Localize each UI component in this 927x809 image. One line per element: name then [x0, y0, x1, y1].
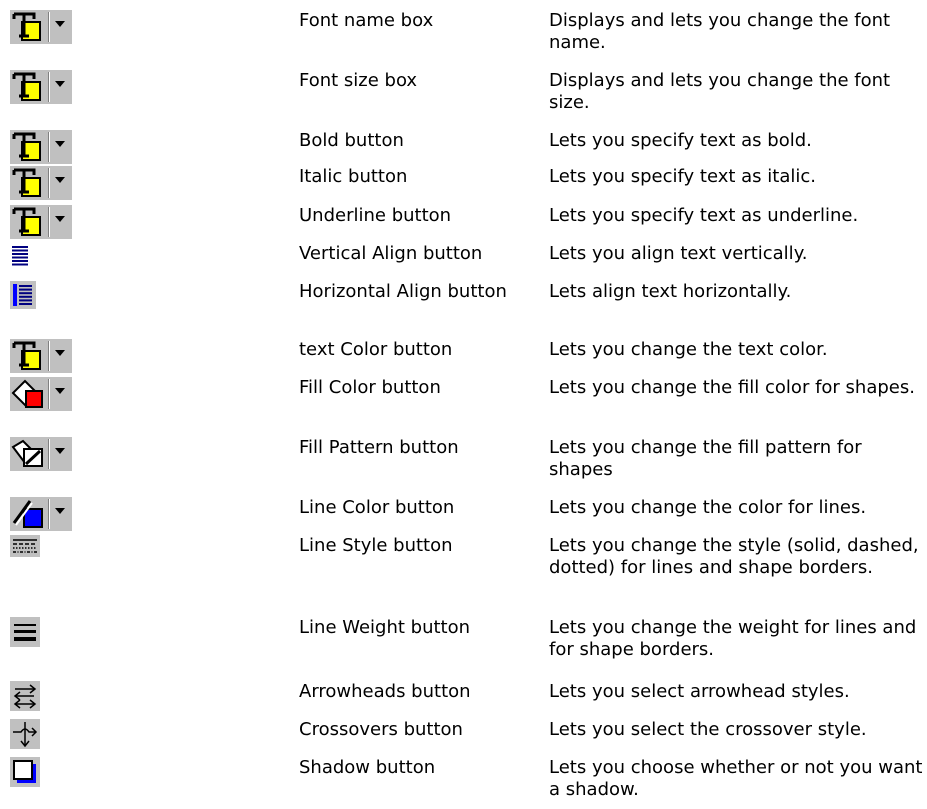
- fill-color-dropdown-icon: [10, 377, 74, 417]
- feature-name: Line Weight button: [299, 617, 471, 638]
- feature-description: Lets align text horizontally.: [549, 281, 792, 302]
- feature-description: Lets you change the fill pattern for sha…: [549, 437, 862, 480]
- line-weight-icon: [10, 617, 40, 657]
- feature-name: Vertical Align button: [299, 243, 483, 264]
- line-style-icon: [10, 535, 40, 575]
- feature-description: Lets you choose whether or not you want …: [549, 757, 923, 800]
- feature-name: Fill Color button: [299, 377, 441, 398]
- text-color-dropdown-icon: [10, 339, 74, 379]
- feature-description: Lets you select the crossover style.: [549, 719, 867, 740]
- vertical-align-icon: [10, 243, 34, 283]
- feature-description: Lets you specify text as italic.: [549, 166, 816, 187]
- text-color-dropdown-icon: [10, 70, 74, 110]
- feature-description: Lets you align text vertically.: [549, 243, 808, 264]
- feature-description: Lets you specify text as bold.: [549, 130, 812, 151]
- horizontal-align-icon: [10, 281, 36, 321]
- feature-name: Font name box: [299, 10, 434, 31]
- feature-name: Italic button: [299, 166, 408, 187]
- arrowheads-icon: [10, 681, 40, 721]
- text-color-dropdown-icon: [10, 130, 74, 170]
- text-color-dropdown-icon: [10, 205, 74, 245]
- feature-description: Displays and lets you change the font na…: [549, 10, 891, 53]
- feature-name: Line Color button: [299, 497, 455, 518]
- fill-pattern-dropdown-icon: [10, 437, 74, 477]
- text-color-dropdown-icon: [10, 10, 74, 50]
- feature-description: Lets you change the style (solid, dashed…: [549, 535, 919, 578]
- feature-description: Lets you specify text as underline.: [549, 205, 859, 226]
- crossovers-icon: [10, 719, 40, 759]
- feature-name: Font size box: [299, 70, 418, 91]
- feature-name: Fill Pattern button: [299, 437, 459, 458]
- shadow-icon: [10, 757, 40, 797]
- feature-name: Underline button: [299, 205, 452, 226]
- feature-description: Lets you change the weight for lines and…: [549, 617, 917, 660]
- text-color-dropdown-icon: [10, 166, 74, 206]
- feature-description: Lets you change the text color.: [549, 339, 828, 360]
- feature-description: Lets you change the fill color for shape…: [549, 377, 915, 398]
- feature-name: Horizontal Align button: [299, 281, 507, 302]
- feature-name: Bold button: [299, 130, 404, 151]
- feature-description: Lets you select arrowhead styles.: [549, 681, 850, 702]
- line-color-dropdown-icon: [10, 497, 74, 537]
- feature-name: text Color button: [299, 339, 453, 360]
- feature-name: Arrowheads button: [299, 681, 471, 702]
- feature-description: Lets you change the color for lines.: [549, 497, 867, 518]
- feature-description: Displays and lets you change the font si…: [549, 70, 891, 113]
- feature-name: Crossovers button: [299, 719, 463, 740]
- feature-name: Shadow button: [299, 757, 436, 778]
- feature-name: Line Style button: [299, 535, 453, 556]
